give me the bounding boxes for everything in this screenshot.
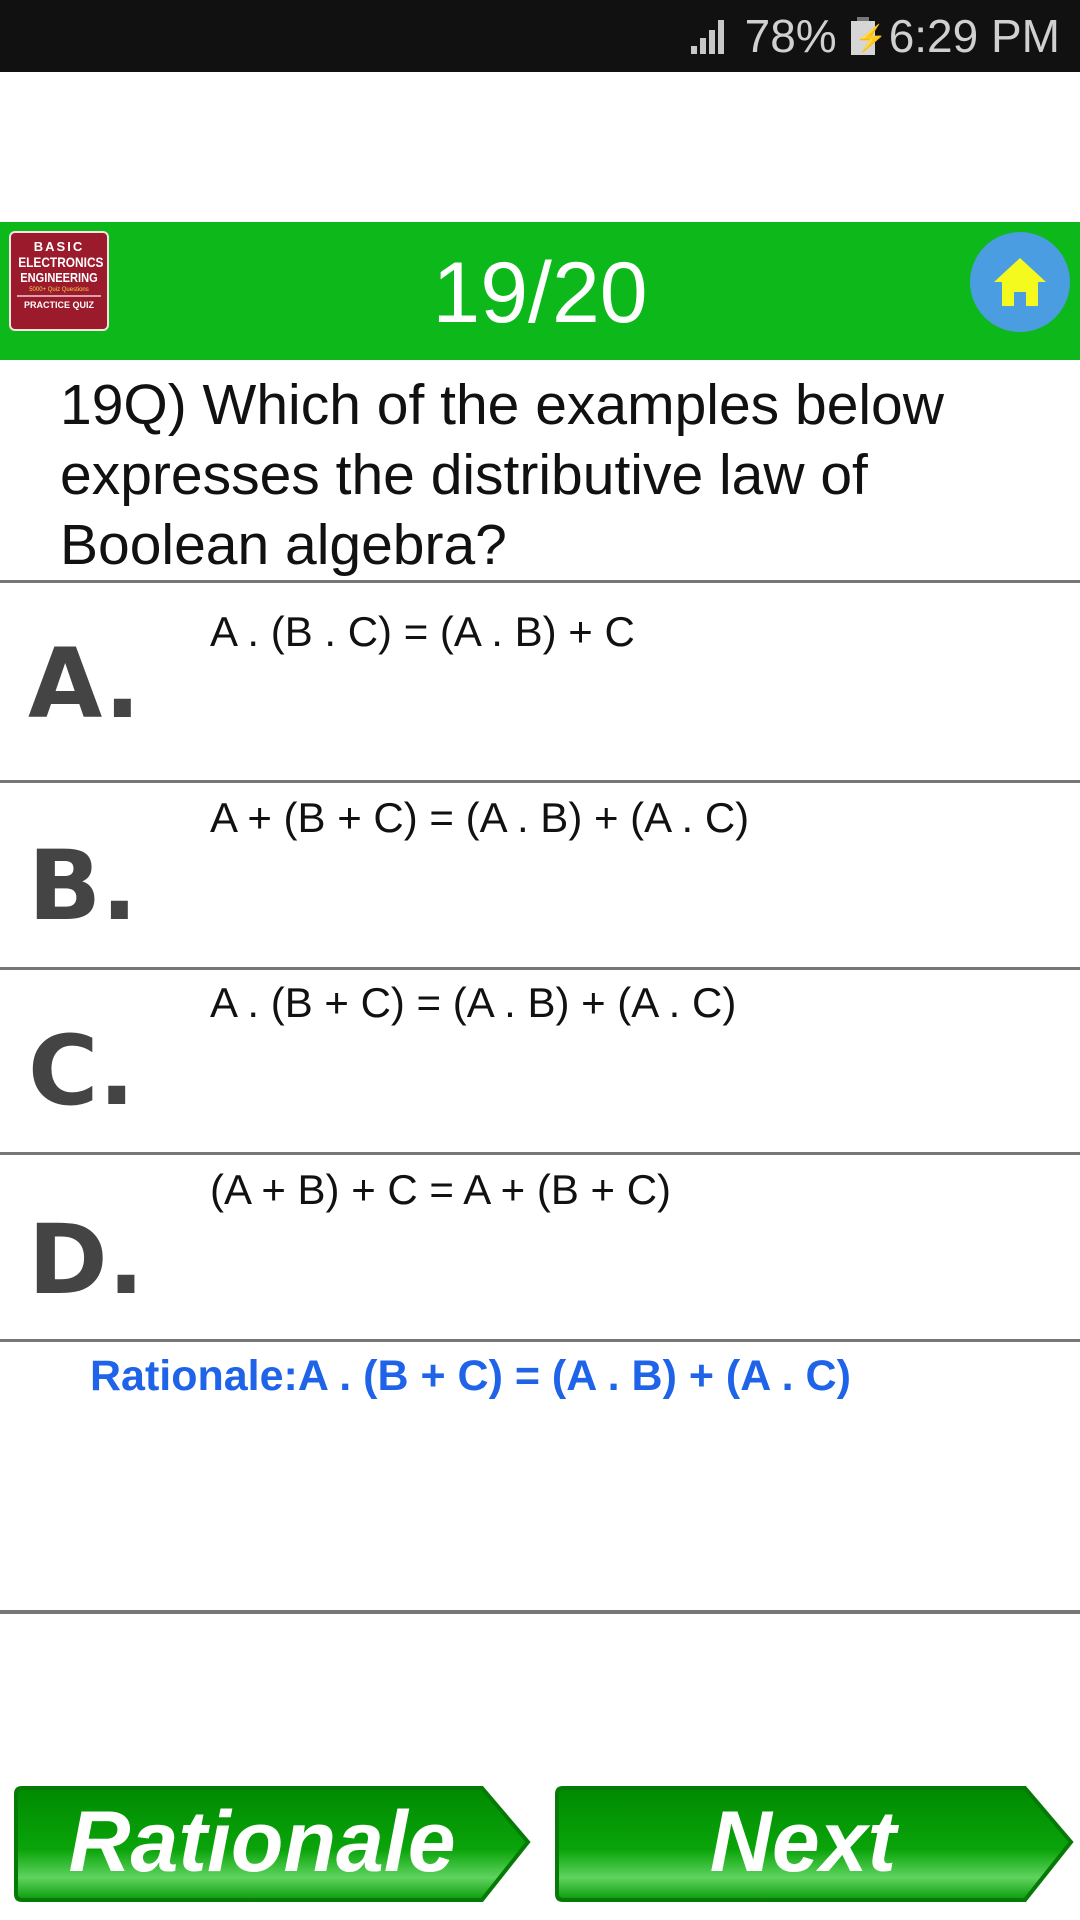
option-text: A . (B . C) = (A . B) + C <box>210 608 635 655</box>
rationale-panel: Rationale:A . (B + C) = (A . B) + (A . C… <box>0 1342 1080 1614</box>
option-text: A + (B + C) = (A . B) + (A . C) <box>210 794 750 841</box>
battery-percent: 78% <box>744 10 837 62</box>
question-panel: 19Q) Which of the examples below express… <box>0 360 1080 583</box>
option-text: A . (B + C) = (A . B) + (A . C) <box>210 979 737 1026</box>
rationale-button[interactable]: Rationale <box>12 1782 534 1906</box>
question-text: 19Q) Which of the examples below express… <box>60 373 944 577</box>
option-letter: A. <box>28 628 141 740</box>
clock: 6:29 PM <box>888 10 1060 62</box>
signal-icon <box>690 18 731 54</box>
next-button-label: Next <box>709 1793 897 1890</box>
status-indicators: 78% ⚡ 6:29 PM <box>690 0 1060 72</box>
option-letter: B. <box>28 830 138 942</box>
rationale-text: Rationale:A . (B + C) = (A . B) + (A . C… <box>90 1352 851 1400</box>
option-letter: D. <box>28 1204 145 1316</box>
option-a[interactable]: A. A . (B . C) = (A . B) + C <box>0 586 1080 783</box>
battery-charging-icon: ⚡ <box>850 17 887 55</box>
home-icon <box>994 258 1046 306</box>
option-b[interactable]: B. A + (B + C) = (A . B) + (A . C) <box>0 786 1080 970</box>
next-button[interactable]: Next <box>553 1782 1077 1906</box>
option-c[interactable]: C. A . (B + C) = (A . B) + (A . C) <box>0 973 1080 1155</box>
home-button[interactable] <box>970 232 1070 332</box>
quiz-header: BASIC ELECTRONICS ENGINEERING 5000+ Quiz… <box>0 222 1080 360</box>
option-text: (A + B) + C = A + (B + C) <box>210 1166 672 1213</box>
option-d[interactable]: D. (A + B) + C = A + (B + C) <box>0 1158 1080 1342</box>
question-progress: 19/20 <box>432 244 648 341</box>
option-letter: C. <box>28 1015 135 1127</box>
status-bar: 78% ⚡ 6:29 PM <box>0 0 1080 72</box>
rationale-button-label: Rationale <box>68 1793 456 1890</box>
